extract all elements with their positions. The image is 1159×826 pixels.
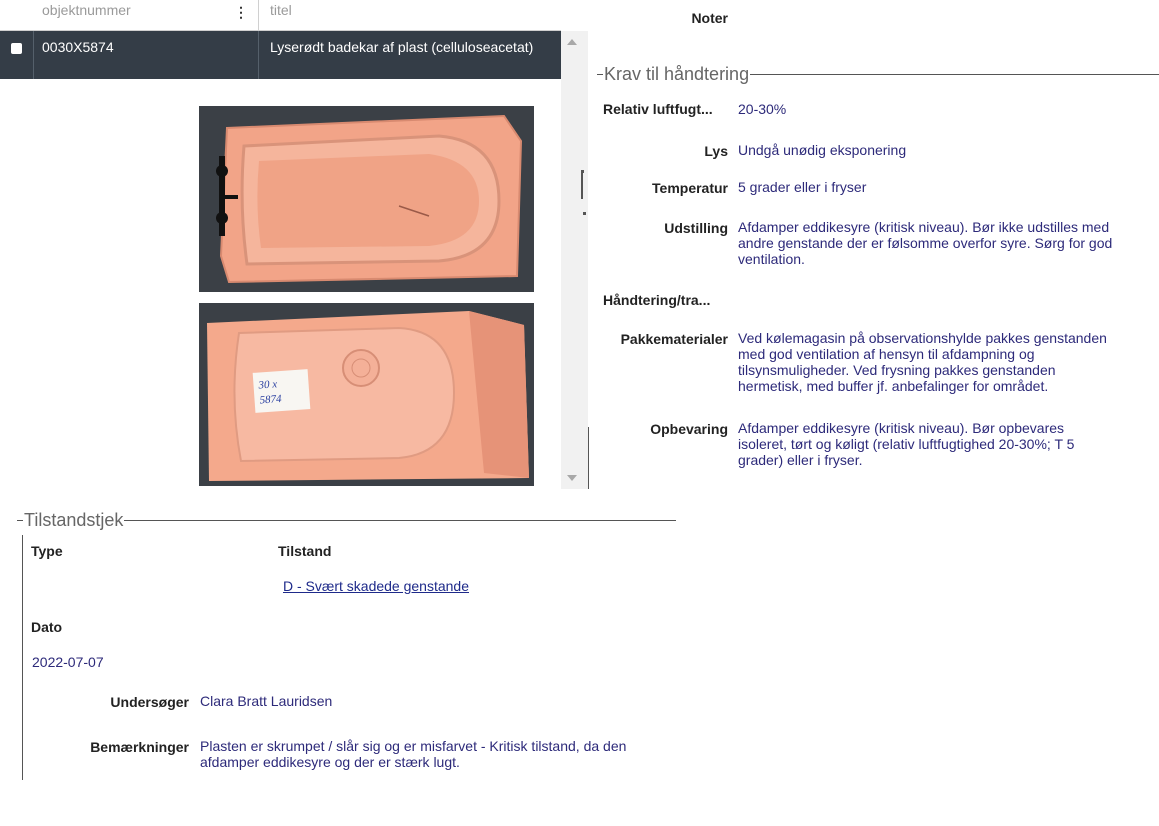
field-label-lys: Lys: [704, 143, 728, 159]
panel-divider: [588, 427, 589, 489]
dato-value: 2022-07-07: [32, 654, 104, 670]
column-header-objektnummer[interactable]: objektnummer: [42, 2, 131, 18]
scroll-up-arrow-icon[interactable]: [567, 39, 577, 45]
scrollbar-thumb[interactable]: [581, 171, 583, 199]
field-label-temperatur: Temperatur: [652, 180, 728, 196]
bemaerkninger-value: Plasten er skrumpet / slår sig og er mis…: [200, 738, 627, 770]
field-value-udstilling: Afdamper eddikesyre (kritisk niveau). Bø…: [738, 219, 1113, 267]
undersoger-label: Undersøger: [110, 694, 189, 710]
fieldset-left-border: [22, 535, 23, 780]
legend-line: [750, 74, 1159, 75]
field-value-relativ-luftfugtighed: 20-30%: [738, 101, 787, 117]
krav-fieldset-legend: Krav til håndtering: [597, 64, 1159, 85]
object-photo-bottom[interactable]: 30 x 5874: [199, 303, 534, 486]
column-header-titel[interactable]: titel: [270, 2, 292, 18]
krav-legend-text: Krav til håndtering: [604, 64, 750, 84]
column-divider: [33, 31, 34, 79]
field-label-relativ-luftfugtighed: Relativ luftfugt...: [603, 101, 713, 117]
row-checkbox[interactable]: [11, 43, 22, 54]
scroll-marker-icon: [583, 212, 586, 215]
tilstandstjek-fieldset-legend: Tilstandstjek: [17, 510, 676, 531]
legend-line: [17, 520, 23, 521]
field-label-handtering-transport: Håndtering/tra...: [603, 292, 711, 308]
legend-line: [124, 520, 676, 521]
dato-header: Dato: [31, 619, 63, 635]
handwritten-label-line1: 30 x: [257, 378, 278, 391]
table-row[interactable]: 0030X5874 Lyserødt badekar af plast (cel…: [0, 31, 561, 79]
handwritten-label-line2: 5874: [259, 393, 282, 407]
vertical-scrollbar[interactable]: [561, 31, 588, 489]
column-divider: [258, 31, 259, 79]
tilstand-link[interactable]: D - Svært skadede genstande: [283, 578, 469, 594]
table-header: objektnummer ⋮ titel: [0, 0, 561, 31]
field-label-udstilling: Udstilling: [664, 220, 728, 236]
field-value-pakkematerialer: Ved kølemagasin på observationshylde pak…: [738, 330, 1107, 394]
row-titel: Lyserødt badekar af plast (celluloseacet…: [270, 39, 534, 55]
row-objektnummer: 0030X5874: [42, 39, 114, 55]
noter-label: Noter: [691, 10, 728, 26]
field-value-lys: Undgå unødig eksponering: [738, 142, 907, 158]
type-header: Type: [31, 543, 63, 559]
tilstand-header: Tilstand: [278, 543, 332, 559]
field-value-temperatur: 5 grader eller i fryser: [738, 179, 867, 195]
scroll-down-arrow-icon[interactable]: [567, 475, 577, 481]
column-menu-icon[interactable]: ⋮: [234, 4, 248, 21]
bemaerkninger-label: Bemærkninger: [90, 739, 189, 755]
field-label-pakkematerialer: Pakkematerialer: [620, 331, 728, 347]
field-value-opbevaring: Afdamper eddikesyre (kritisk niveau). Bø…: [738, 420, 1075, 468]
scroll-marker-icon: [581, 170, 584, 173]
undersoger-value: Clara Bratt Lauridsen: [200, 693, 333, 709]
legend-line: [597, 74, 603, 75]
tilstandstjek-legend-text: Tilstandstjek: [24, 510, 124, 530]
column-divider[interactable]: [258, 0, 259, 30]
field-label-opbevaring: Opbevaring: [650, 421, 728, 437]
bathtub-bottom-image: 30 x 5874: [199, 303, 534, 486]
bathtub-top-image: [199, 106, 534, 292]
object-photo-top[interactable]: [199, 106, 534, 292]
